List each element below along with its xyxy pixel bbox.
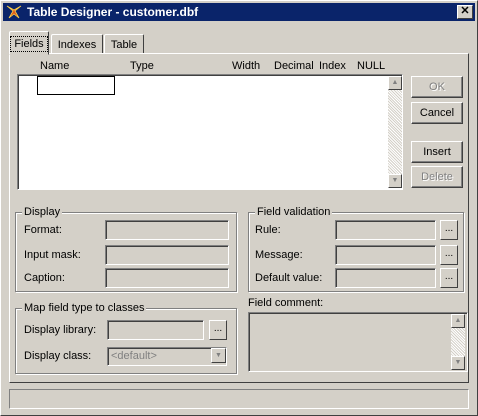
tab-indexes-label: Indexes bbox=[57, 39, 97, 51]
column-header-null[interactable]: NULL bbox=[357, 60, 385, 72]
grid-scrollbar[interactable] bbox=[388, 76, 402, 188]
foxpro-app-icon bbox=[6, 5, 22, 19]
message-builder-button[interactable]: ... bbox=[440, 245, 458, 265]
status-bar bbox=[9, 389, 469, 409]
column-header-decimal[interactable]: Decimal bbox=[274, 60, 314, 72]
field-validation-legend: Field validation bbox=[255, 206, 333, 218]
format-label: Format: bbox=[24, 224, 62, 236]
display-library-field[interactable] bbox=[107, 320, 204, 340]
scroll-up-icon: ▲ bbox=[391, 79, 399, 86]
grid-scroll-up-button[interactable]: ▲ bbox=[388, 76, 402, 90]
column-header-type[interactable]: Type bbox=[130, 60, 154, 72]
ellipsis-icon: ... bbox=[444, 223, 454, 234]
delete-button[interactable]: Delete bbox=[411, 166, 463, 188]
comment-scroll-down-button[interactable]: ▼ bbox=[451, 356, 465, 370]
field-comment-label: Field comment: bbox=[248, 297, 324, 309]
scroll-up-icon: ▲ bbox=[454, 317, 462, 324]
rule-field[interactable] bbox=[335, 220, 436, 240]
message-label: Message: bbox=[255, 249, 303, 261]
close-icon: ✕ bbox=[460, 5, 470, 17]
tab-fields[interactable]: Fields bbox=[9, 31, 49, 55]
comment-scroll-up-button[interactable]: ▲ bbox=[451, 314, 465, 328]
dropdown-arrow-icon[interactable]: ▼ bbox=[211, 348, 226, 363]
display-class-label: Display class: bbox=[24, 350, 92, 362]
delete-button-label: Delete bbox=[421, 171, 453, 183]
rule-label: Rule: bbox=[255, 224, 281, 236]
caption-label: Caption: bbox=[24, 272, 65, 284]
ellipsis-icon: ... bbox=[213, 323, 223, 334]
cancel-button[interactable]: Cancel bbox=[411, 102, 463, 124]
tab-indexes[interactable]: Indexes bbox=[51, 34, 103, 54]
input-mask-field[interactable] bbox=[105, 245, 229, 265]
ok-button-label: OK bbox=[429, 81, 445, 93]
caption-field[interactable] bbox=[105, 268, 229, 288]
map-field-type-legend: Map field type to classes bbox=[22, 302, 147, 314]
insert-button-label: Insert bbox=[423, 146, 451, 158]
default-value-label: Default value: bbox=[255, 272, 323, 284]
tab-fields-label: Fields bbox=[10, 36, 48, 52]
insert-button[interactable]: Insert bbox=[411, 141, 463, 163]
window-title: Table Designer - customer.dbf bbox=[27, 5, 199, 19]
grid-scroll-down-button[interactable]: ▼ bbox=[388, 174, 402, 188]
input-mask-label: Input mask: bbox=[24, 249, 81, 261]
cancel-button-label: Cancel bbox=[419, 107, 455, 119]
display-class-value: <default> bbox=[111, 350, 157, 362]
name-cell-input[interactable] bbox=[37, 76, 115, 95]
scroll-down-icon: ▼ bbox=[454, 359, 462, 366]
ellipsis-icon: ... bbox=[444, 248, 454, 259]
display-group-legend: Display bbox=[22, 206, 63, 218]
display-library-label: Display library: bbox=[24, 324, 97, 336]
tab-table[interactable]: Table bbox=[104, 34, 144, 54]
default-value-builder-button[interactable]: ... bbox=[440, 268, 458, 288]
fields-tab-panel: Name Type Width Decimal Index NULL ▲ ▼ O… bbox=[9, 53, 469, 383]
table-designer-window: Table Designer - customer.dbf ✕ Fields I… bbox=[0, 0, 478, 416]
column-header-name[interactable]: Name bbox=[40, 60, 69, 72]
field-comment-textarea[interactable] bbox=[248, 312, 468, 372]
tab-table-label: Table bbox=[110, 39, 138, 51]
column-header-width[interactable]: Width bbox=[232, 60, 260, 72]
ok-button[interactable]: OK bbox=[411, 76, 463, 98]
ellipsis-icon: ... bbox=[444, 271, 454, 282]
title-bar[interactable]: Table Designer - customer.dbf ✕ bbox=[3, 3, 475, 21]
display-class-select[interactable]: <default> ▼ bbox=[107, 347, 227, 366]
scroll-down-icon: ▼ bbox=[391, 177, 399, 184]
rule-builder-button[interactable]: ... bbox=[440, 220, 458, 240]
default-value-field[interactable] bbox=[335, 268, 436, 288]
column-header-index[interactable]: Index bbox=[319, 60, 346, 72]
display-library-browse-button[interactable]: ... bbox=[209, 320, 227, 340]
format-field[interactable] bbox=[105, 220, 229, 240]
message-field[interactable] bbox=[335, 245, 436, 265]
close-button[interactable]: ✕ bbox=[457, 5, 473, 19]
